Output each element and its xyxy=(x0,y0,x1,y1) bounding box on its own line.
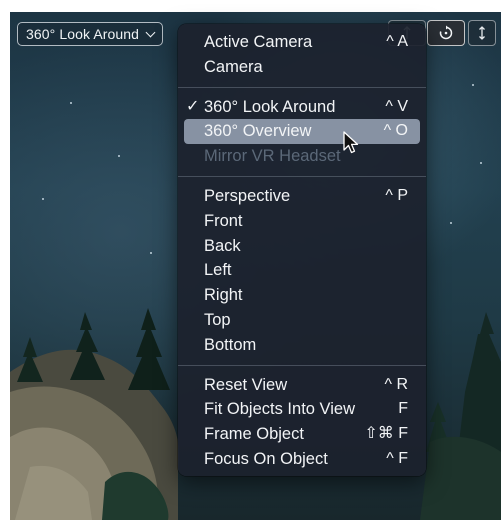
menu-item-label: Fit Objects Into View xyxy=(204,400,356,419)
menu-item-label: Back xyxy=(204,236,241,255)
menu-item-shortcut: ^ V xyxy=(385,97,408,115)
dolly-tool-button[interactable] xyxy=(468,20,496,46)
menu-item-shortcut: ^ F xyxy=(386,449,408,467)
menu-item-label: Perspective xyxy=(204,186,291,205)
menu-separator xyxy=(178,364,426,366)
menu-item-label: 360° Look Around xyxy=(204,97,336,116)
menu-item-frame-object[interactable]: Frame Object ⇧⌘ F xyxy=(184,422,420,447)
menu-item-label: Reset View xyxy=(204,375,288,394)
menu-item-360-look-around[interactable]: ✓ 360° Look Around ^ V xyxy=(184,95,420,120)
menu-item-360-overview[interactable]: 360° Overview ^ O xyxy=(184,119,420,145)
menu-item-front[interactable]: Front xyxy=(184,209,420,234)
menu-item-top[interactable]: Top xyxy=(184,308,420,333)
menu-item-label: Active Camera xyxy=(204,33,313,51)
menu-item-label: Left xyxy=(204,261,232,280)
menu-item-shortcut: ^ O xyxy=(383,122,408,140)
view-mode-label: 360° Look Around xyxy=(26,26,140,42)
menu-item-label: Camera xyxy=(204,57,263,76)
chevron-down-icon xyxy=(145,27,156,37)
menu-item-label: Bottom xyxy=(204,335,257,354)
menu-item-left[interactable]: Left xyxy=(184,258,420,283)
menu-item-shortcut: F xyxy=(398,400,408,418)
rotate-icon xyxy=(439,25,453,40)
menu-item-label: Mirror VR Headset xyxy=(204,147,341,166)
menu-item-reset-view[interactable]: Reset View ^ R xyxy=(184,373,420,398)
menu-item-label: Frame Object xyxy=(204,425,304,444)
menu-item-shortcut: ^ R xyxy=(384,375,408,393)
menu-separator xyxy=(178,86,426,88)
rotate-tool-button[interactable] xyxy=(427,20,465,46)
menu-separator xyxy=(178,175,426,177)
menu-item-back[interactable]: Back xyxy=(184,234,420,259)
checkmark-icon: ✓ xyxy=(186,97,200,115)
menu-item-label: Front xyxy=(204,211,243,230)
menu-item-label: Focus On Object xyxy=(204,449,328,468)
menu-item-perspective[interactable]: Perspective ^ P xyxy=(184,184,420,209)
menu-item-fit-objects-into-view[interactable]: Fit Objects Into View F xyxy=(184,397,420,422)
dolly-icon xyxy=(479,26,485,40)
menu-item-label: 360° Overview xyxy=(204,122,312,141)
menu-item-right[interactable]: Right xyxy=(184,283,420,308)
view-mode-menu: Active Camera ^ A Camera ✓ 360° Look Aro… xyxy=(178,24,426,476)
menu-item-bottom[interactable]: Bottom xyxy=(184,333,420,358)
menu-item-camera[interactable]: Camera xyxy=(184,55,420,80)
menu-item-label: Top xyxy=(204,310,231,329)
menu-item-focus-on-object[interactable]: Focus On Object ^ F xyxy=(184,447,420,472)
menu-item-label: Right xyxy=(204,286,243,305)
menu-item-mirror-vr-headset: Mirror VR Headset xyxy=(184,144,420,169)
view-mode-popup[interactable]: 360° Look Around xyxy=(17,22,164,46)
menu-item-shortcut: ^ P xyxy=(385,186,408,204)
menu-item-shortcut: ⇧⌘ F xyxy=(364,425,408,443)
menu-item-active-camera[interactable]: Active Camera ^ A xyxy=(184,30,420,55)
pointer-cursor-icon xyxy=(343,131,359,154)
menu-item-shortcut: ^ A xyxy=(386,33,408,50)
